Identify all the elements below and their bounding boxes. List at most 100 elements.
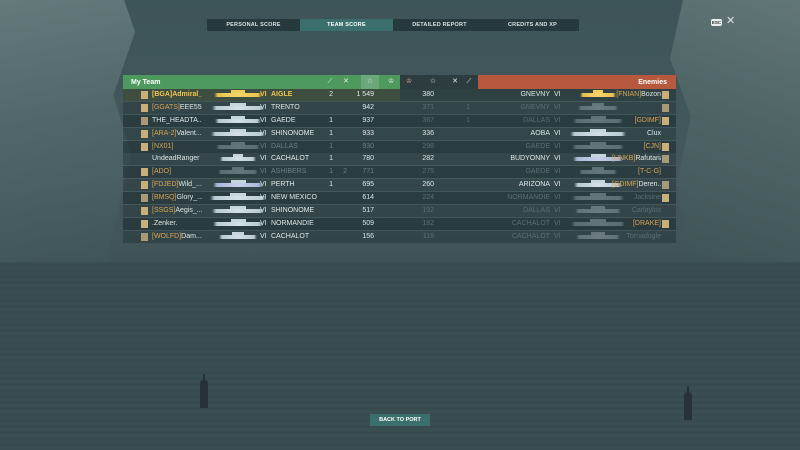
- ship-name: BUDYONNY: [510, 155, 550, 163]
- player-nickname: .Zenker.: [152, 219, 178, 227]
- table-row[interactable]: [ADO] VI ASHIBERS 1 2 771 275 GAEDE VI [T-C-G]: [123, 166, 676, 179]
- ship-name: DALLAS: [523, 207, 550, 215]
- scoreboard-rows: [BGA]Admiral_... VI AIGLE 2 1 549 380 GNEVNY VI…: [123, 89, 676, 244]
- ship-tier: VI: [554, 155, 561, 163]
- ship-name: GNEVNY: [520, 91, 550, 98]
- my-team-row[interactable]: [NX01] VI DALLAS 1 930: [123, 140, 400, 154]
- kills-value: 1: [466, 116, 470, 124]
- tab-personal-score[interactable]: PERSONAL SCORE: [207, 19, 300, 31]
- player-name: [GDIMF]: [612, 115, 661, 128]
- my-team-row[interactable]: [BGA]Admiral_... VI AIGLE 2 1 549: [123, 89, 400, 101]
- player-name: .Zenker.: [152, 218, 202, 231]
- player-name: THE_HEADTA...: [152, 115, 202, 128]
- player-name: [BMSQ]Glory_...: [152, 192, 202, 205]
- kills-value: 1: [329, 116, 333, 124]
- ship-name: NEW MEXICO: [271, 194, 317, 202]
- ship-silhouette-icon: [211, 128, 265, 136]
- enemy-row[interactable]: 380 GNEVNY VI [FNIAN]Bozon: [400, 89, 676, 101]
- star-icon: ☆: [361, 75, 379, 89]
- ship-tier: VI: [260, 219, 267, 227]
- my-team-row[interactable]: [WOLFD]Dam... VI CACHALOT 156: [123, 230, 400, 243]
- table-row[interactable]: [ARA-2]Valent... VI SHINONOME 1 933 336 AOBA VI…: [123, 127, 676, 141]
- ship-tier: VI: [554, 207, 561, 215]
- clan-tag: [CJN]: [643, 142, 662, 150]
- enemy-row[interactable]: 224 NORMANDIE VI Jacksine: [400, 192, 676, 205]
- enemy-row[interactable]: 371 1 GNEVNY VI: [400, 101, 676, 114]
- ship-tier: VI: [554, 181, 561, 189]
- score-value: 182: [422, 219, 434, 227]
- player-nickname: Dam...: [181, 232, 202, 240]
- score-value: 119: [422, 232, 434, 240]
- ship-silhouette-icon: [578, 102, 618, 110]
- table-row[interactable]: [WOLFD]Dam... VI CACHALOT 156 119 CACHALOT VI T…: [123, 230, 676, 244]
- table-row[interactable]: [BMSQ]Glory_... VI NEW MEXICO 614 224 NORMAND…: [123, 192, 676, 205]
- score-value: 156: [362, 232, 374, 240]
- enemy-row[interactable]: 192 DALLAS VI Carlaylos: [400, 205, 676, 218]
- enemy-row[interactable]: 282 BUDYONNY VI [UNKB]Rafutaria: [400, 153, 676, 166]
- my-team-row[interactable]: [ARA-2]Valent... VI SHINONOME 1 933: [123, 127, 400, 140]
- clan-tag: [GGATS]: [152, 103, 180, 111]
- table-row[interactable]: UndeadRanger VI CACHALOT 1 780 282 BUDYONNY VI […: [123, 153, 676, 166]
- table-row[interactable]: [FDJED]Wild_... VI PERTH 1 695 260 ARIZONA VI [G…: [123, 179, 676, 192]
- tab-credits-and-xp[interactable]: CREDITS AND XP: [486, 19, 579, 31]
- enemy-row[interactable]: 260 ARIZONA VI [GDIMF]Deren...: [400, 179, 676, 192]
- results-tab-bar: PERSONAL SCORE TEAM SCORE DETAILED REPOR…: [207, 19, 579, 31]
- score-value: 260: [422, 181, 434, 189]
- ship-tier: VI: [260, 155, 267, 163]
- torpedo-icon: ⟋: [466, 78, 472, 85]
- ship-tier: VI: [554, 232, 561, 240]
- back-to-port-button[interactable]: BACK TO PORT: [370, 414, 430, 426]
- ship-name: CACHALOT: [511, 219, 550, 227]
- enemy-row[interactable]: 119 CACHALOT VI Tornadogle: [400, 230, 676, 243]
- enemy-row[interactable]: 336 AOBA VI Clux: [400, 127, 676, 141]
- enemy-row[interactable]: 275 GAEDE VI [T-C-G]: [400, 166, 676, 179]
- my-team-row[interactable]: THE_HEADTA... VI GAEDE 1 937: [123, 114, 400, 128]
- close-icon[interactable]: ✕: [726, 16, 735, 27]
- my-team-row[interactable]: [SSGS]Aegis_... VI SHINONOME 517: [123, 205, 400, 218]
- buoy-right: [684, 386, 692, 420]
- table-row[interactable]: [GGATS]EEE557 VI TRENTO 942 371 1 GNEVNY VI: [123, 101, 676, 115]
- ship-name: CACHALOT: [271, 155, 310, 163]
- kills-value: 1: [329, 129, 333, 137]
- my-team-row[interactable]: [GGATS]EEE557 VI TRENTO 942: [123, 101, 400, 114]
- score-value: 336: [422, 129, 434, 137]
- enemy-row[interactable]: 367 1 DALLAS VI [GDIMF]: [400, 114, 676, 128]
- clan-tag: [SSGS]: [152, 207, 176, 215]
- score-value: 367: [422, 116, 434, 124]
- player-nickname: Valent...: [176, 129, 202, 137]
- tab-detailed-report[interactable]: DETAILED REPORT: [393, 19, 486, 31]
- ship-name: SHINONOME: [271, 207, 315, 215]
- ship-tier: VI: [554, 91, 561, 98]
- score-value: 695: [362, 181, 374, 189]
- table-row[interactable]: [BGA]Admiral_... VI AIGLE 2 1 549 380 GNEVNY VI…: [123, 89, 676, 102]
- score-value: 224: [422, 194, 434, 202]
- table-row[interactable]: [SSGS]Aegis_... VI SHINONOME 517 192 DALLAS VI…: [123, 205, 676, 218]
- tab-team-score[interactable]: TEAM SCORE: [300, 19, 393, 31]
- ship-tier: VI: [260, 142, 267, 150]
- my-team-row[interactable]: [FDJED]Wild_... VI PERTH 1 695: [123, 179, 400, 192]
- my-team-row[interactable]: [BMSQ]Glory_... VI NEW MEXICO 614: [123, 192, 400, 205]
- player-name: Clux: [612, 128, 661, 141]
- clan-tag: [GDIMF]: [634, 116, 661, 124]
- table-row[interactable]: THE_HEADTA... VI GAEDE 1 937 367 1 DALLAS VI [GDI…: [123, 114, 676, 128]
- enemy-row[interactable]: 298 GAEDE VI [CJN]: [400, 140, 676, 153]
- my-team-row[interactable]: .Zenker. VI NORMANDIE 509: [123, 217, 400, 231]
- esc-key-hint[interactable]: ESC: [711, 19, 722, 26]
- player-name: Carlaylos: [612, 205, 661, 218]
- ship-tier: VI: [554, 194, 561, 202]
- ship-name: GNEVNY: [520, 103, 550, 111]
- enemy-row[interactable]: 182 CACHALOT VI [DRAKE]: [400, 217, 676, 230]
- table-row[interactable]: [NX01] VI DALLAS 1 930 298 GAEDE VI [CJN]: [123, 140, 676, 154]
- player-name: [FDJED]Wild_...: [152, 179, 202, 192]
- clan-tag: [BMSQ]: [152, 194, 177, 202]
- ship-silhouette-icon: [220, 154, 256, 162]
- clan-tag: [BGA]: [152, 91, 173, 98]
- table-row[interactable]: .Zenker. VI NORMANDIE 509 182 CACHALOT VI [DRAK…: [123, 217, 676, 231]
- clan-tag: [DRAKE]: [632, 219, 661, 227]
- my-team-row[interactable]: [ADO] VI ASHIBERS 1 2 771: [123, 166, 400, 179]
- player-name: [NX01]: [152, 141, 202, 154]
- ship-name: GAEDE: [525, 168, 550, 176]
- my-team-row[interactable]: UndeadRanger VI CACHALOT 1 780: [123, 153, 400, 166]
- ship-silhouette-icon: [214, 90, 262, 97]
- enemies-title: Enemies: [638, 78, 667, 86]
